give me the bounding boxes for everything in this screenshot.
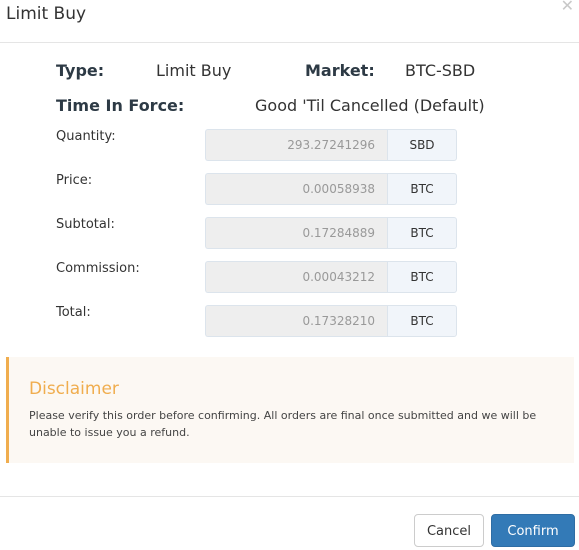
commission-label: Commission: — [56, 261, 140, 276]
price-label: Price: — [56, 173, 93, 188]
modal-footer: Cancel Confirm — [0, 496, 579, 550]
quantity-label: Quantity: — [56, 129, 116, 144]
price-unit: BTC — [387, 173, 457, 205]
quantity-input[interactable]: 293.27241296 — [205, 129, 387, 161]
total-input[interactable]: 0.17328210 — [205, 305, 387, 337]
cancel-button[interactable]: Cancel — [414, 514, 484, 547]
disclaimer-title: Disclaimer — [29, 379, 119, 399]
disclaimer-box: Disclaimer Please verify this order befo… — [6, 357, 574, 463]
quantity-row: Quantity: 293.27241296 SBD — [0, 129, 579, 163]
type-label: Type: — [56, 61, 105, 80]
modal-header: Limit Buy ✕ — [0, 0, 579, 43]
commission-unit: BTC — [387, 261, 457, 293]
total-row: Total: 0.17328210 BTC — [0, 305, 579, 339]
quantity-unit: SBD — [387, 129, 457, 161]
type-value: Limit Buy — [156, 61, 232, 80]
modal-title: Limit Buy — [6, 4, 87, 24]
subtotal-row: Subtotal: 0.17284889 BTC — [0, 217, 579, 251]
total-unit: BTC — [387, 305, 457, 337]
commission-input[interactable]: 0.00043212 — [205, 261, 387, 293]
time-in-force-label: Time In Force: — [56, 96, 185, 115]
price-row: Price: 0.00058938 BTC — [0, 173, 579, 207]
confirm-button[interactable]: Confirm — [491, 514, 575, 547]
commission-row: Commission: 0.00043212 BTC — [0, 261, 579, 295]
market-value: BTC-SBD — [405, 61, 476, 80]
total-label: Total: — [56, 305, 91, 320]
subtotal-input[interactable]: 0.17284889 — [205, 217, 387, 249]
subtotal-unit: BTC — [387, 217, 457, 249]
time-in-force-value: Good 'Til Cancelled (Default) — [255, 96, 485, 115]
market-label: Market: — [305, 61, 375, 80]
subtotal-label: Subtotal: — [56, 217, 115, 232]
disclaimer-text: Please verify this order before confirmi… — [29, 409, 537, 439]
price-input[interactable]: 0.00058938 — [205, 173, 387, 205]
close-icon[interactable]: ✕ — [561, 0, 574, 14]
